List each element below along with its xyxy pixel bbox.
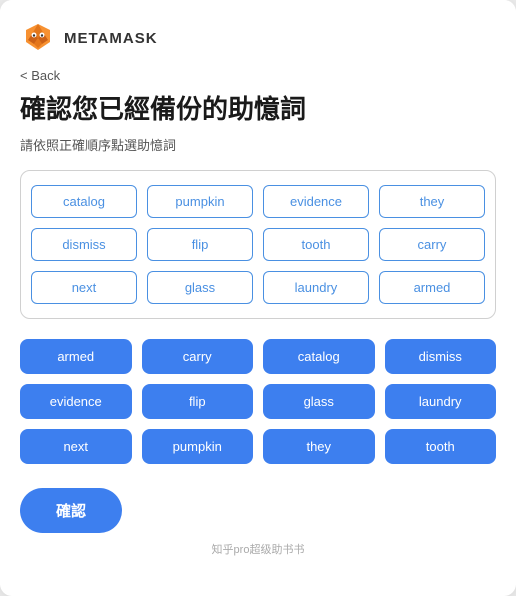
- subtitle: 請依照正確順序點選助憶詞: [20, 135, 496, 154]
- selected-word-chip[interactable]: they: [263, 429, 375, 464]
- header: METAMASK: [20, 16, 496, 56]
- metamask-title: METAMASK: [64, 30, 158, 47]
- word-pool-grid: catalog pumpkin evidence they dismiss fliptoo…: [31, 185, 485, 304]
- footer-watermark: 知乎pro超级助书书: [20, 541, 496, 565]
- word-pool-chip[interactable]: tooth: [263, 228, 369, 261]
- selected-word-chip[interactable]: tooth: [385, 429, 497, 464]
- word-pool-chip[interactable]: evidence: [263, 185, 369, 218]
- word-pool-chip[interactable]: laundry: [263, 271, 369, 304]
- selected-word-chip[interactable]: laundry: [385, 384, 497, 419]
- word-pool-container: catalog pumpkin evidence they dismiss fliptoo…: [20, 170, 496, 319]
- word-pool-chip[interactable]: catalog: [31, 185, 137, 218]
- app-container: METAMASK < Back 確認您已經備份的助憶詞 請依照正確順序點選助憶詞…: [0, 0, 516, 585]
- selected-word-chip[interactable]: pumpkin: [142, 429, 254, 464]
- word-pool-chip[interactable]: next: [31, 271, 137, 304]
- selected-word-chip[interactable]: armed: [20, 339, 132, 374]
- word-pool-chip[interactable]: armed: [379, 271, 485, 304]
- selected-word-chip[interactable]: evidence: [20, 384, 132, 419]
- metamask-logo: [20, 20, 56, 56]
- word-pool-chip[interactable]: glass: [147, 271, 253, 304]
- phone-frame: METAMASK < Back 確認您已經備份的助憶詞 請依照正確順序點選助憶詞…: [0, 0, 516, 596]
- selected-words-grid: armed carry catalog dismiss evidence flip glas…: [20, 339, 496, 464]
- confirm-button[interactable]: 確認: [20, 488, 122, 533]
- selected-word-chip[interactable]: carry: [142, 339, 254, 374]
- word-pool-chip[interactable]: they: [379, 185, 485, 218]
- page-title: 確認您已經備份的助憶詞: [20, 93, 496, 127]
- word-pool-chip[interactable]: dismiss: [31, 228, 137, 261]
- selected-word-chip[interactable]: dismiss: [385, 339, 497, 374]
- word-pool-chip[interactable]: carry: [379, 228, 485, 261]
- word-pool-chip[interactable]: flip: [147, 228, 253, 261]
- selected-word-chip[interactable]: catalog: [263, 339, 375, 374]
- back-link[interactable]: < Back: [20, 68, 496, 83]
- selected-word-chip[interactable]: next: [20, 429, 132, 464]
- word-pool-chip[interactable]: pumpkin: [147, 185, 253, 218]
- selected-word-chip[interactable]: flip: [142, 384, 254, 419]
- selected-word-chip[interactable]: glass: [263, 384, 375, 419]
